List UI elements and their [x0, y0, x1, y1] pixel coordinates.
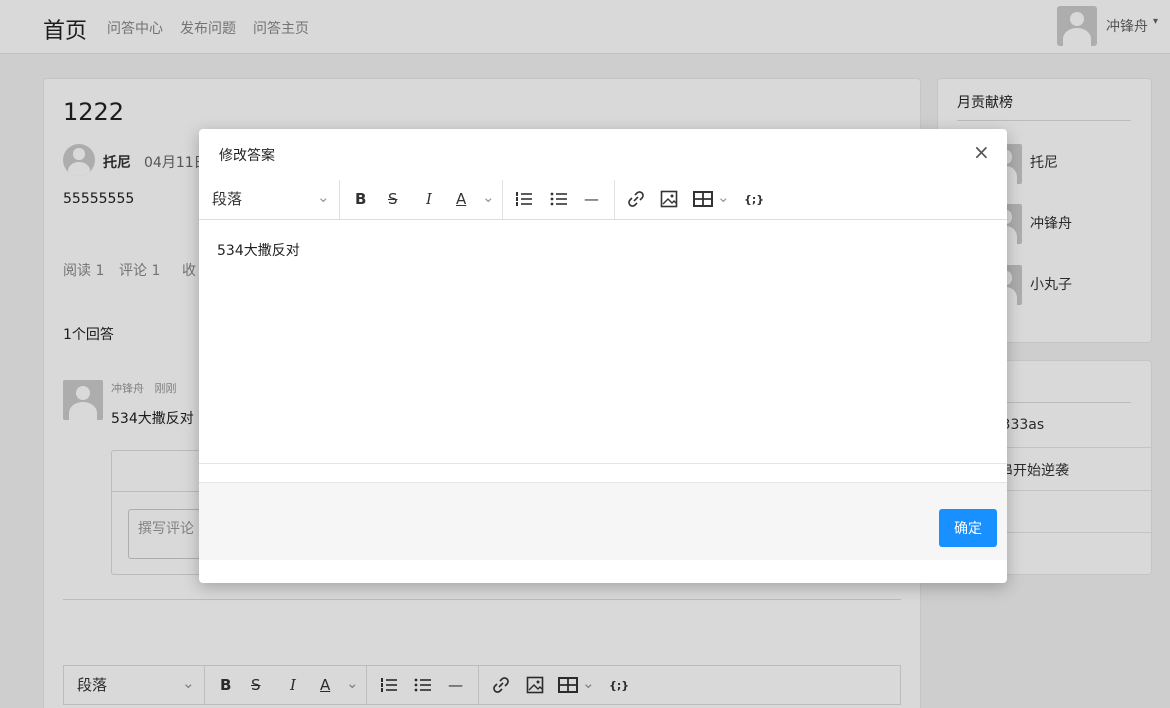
- horizontal-rule-button[interactable]: —: [584, 190, 599, 208]
- font-color-button[interactable]: A: [456, 190, 466, 208]
- close-icon[interactable]: ×: [973, 142, 990, 162]
- ordered-list-icon[interactable]: [515, 190, 533, 208]
- modal-editor-area[interactable]: [199, 220, 1007, 463]
- edit-answer-modal: 修改答案 × 段落 ⌄ B S I A ⌄ — ⌄ {;} 534大撒反对 确定: [199, 129, 1007, 583]
- italic-button[interactable]: I: [426, 190, 432, 208]
- confirm-button[interactable]: 确定: [939, 509, 997, 547]
- chevron-down-icon[interactable]: ⌄: [482, 188, 495, 206]
- table-icon[interactable]: [693, 190, 713, 208]
- modal-footer: [199, 483, 1007, 560]
- chevron-down-icon[interactable]: ⌄: [717, 188, 730, 206]
- bullet-list-icon[interactable]: [550, 190, 568, 208]
- chevron-down-icon[interactable]: ⌄: [317, 188, 330, 206]
- paragraph-select[interactable]: 段落: [212, 190, 242, 208]
- modal-title: 修改答案: [219, 148, 275, 164]
- strikethrough-button[interactable]: S: [388, 190, 398, 208]
- bold-button[interactable]: B: [355, 190, 366, 208]
- modal-editor-content[interactable]: 534大撒反对: [217, 240, 300, 260]
- image-icon[interactable]: [660, 190, 678, 208]
- code-block-button[interactable]: {;}: [744, 191, 764, 209]
- link-icon[interactable]: [627, 190, 645, 208]
- modal-editor-toolbar: 段落 ⌄ B S I A ⌄ — ⌄ {;}: [199, 180, 1007, 220]
